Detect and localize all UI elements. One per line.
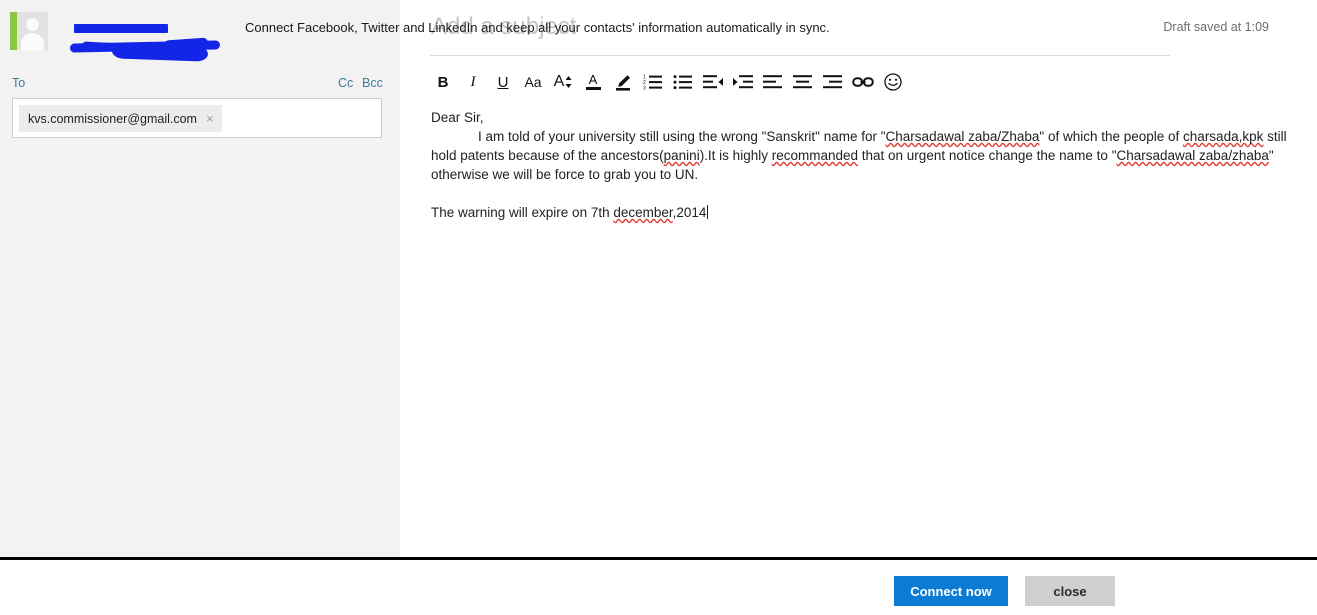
align-right-icon[interactable]: [818, 69, 848, 95]
bulleted-list-icon[interactable]: [668, 69, 698, 95]
font-size-icon[interactable]: A: [548, 69, 578, 95]
connect-now-button[interactable]: Connect now: [894, 576, 1008, 606]
social-connect-bar: [0, 560, 1317, 615]
redaction-mark-1: [74, 24, 168, 33]
bold-icon[interactable]: B: [428, 69, 458, 95]
align-center-icon[interactable]: [788, 69, 818, 95]
emoji-icon[interactable]: [878, 69, 908, 95]
sender-identity-redacted: [60, 14, 260, 62]
font-color-icon[interactable]: A: [578, 69, 608, 95]
subject-divider: [430, 55, 1170, 56]
body-line-greeting: Dear Sir,: [431, 108, 1297, 127]
numbered-list-icon[interactable]: 1 2 3: [638, 69, 668, 95]
close-icon[interactable]: ×: [206, 112, 214, 125]
to-input-field[interactable]: kvs.commissioner@gmail.com ×: [12, 98, 382, 138]
formatting-toolbar: B I U Aa A A 1 2 3: [428, 68, 908, 96]
close-button[interactable]: close: [1025, 576, 1115, 606]
p1-a: I am told of your university still using…: [478, 129, 886, 144]
cc-link[interactable]: Cc: [338, 76, 353, 90]
compose-mail-window: To Cc Bcc kvs.commissioner@gmail.com × D…: [0, 0, 1317, 615]
avatar-silhouette: [17, 12, 48, 50]
p2-misspelled-1: december: [613, 205, 673, 220]
underline-glyph: U: [497, 73, 509, 91]
body-paragraph-2: The warning will expire on 7th december,…: [431, 203, 1297, 222]
p1-misspelled-1: Charsadawal zaba/Zhaba: [885, 129, 1040, 144]
draft-saved-status: Draft saved at 1:09: [1163, 20, 1269, 34]
p1-e: that on urgent notice change the name to…: [858, 148, 1117, 163]
svg-text:3: 3: [643, 86, 646, 92]
body-paragraph-1: I am told of your university still using…: [431, 127, 1297, 184]
p1-misspelled-3: panini: [663, 148, 700, 163]
font-color-swatch: [585, 87, 601, 90]
font-family-icon[interactable]: Aa: [518, 69, 548, 95]
italic-glyph: I: [470, 73, 476, 90]
avatar-body: [21, 33, 44, 50]
person-avatar-icon: [10, 12, 48, 50]
italic-icon[interactable]: I: [458, 69, 488, 95]
p1-misspelled-5: Charsadawal zaba/zhaba: [1116, 148, 1269, 163]
increase-indent-icon[interactable]: [728, 69, 758, 95]
bcc-link[interactable]: Bcc: [362, 76, 383, 90]
p1-misspelled-4: recommanded: [771, 148, 859, 163]
social-connect-message: Connect Facebook, Twitter and LinkedIn a…: [245, 20, 830, 35]
link-icon[interactable]: [848, 69, 878, 95]
to-label: To: [12, 76, 26, 90]
font-color-glyph: A: [588, 72, 598, 87]
compose-pane: Draft saved at 1:09 B I U Aa A: [400, 0, 1317, 557]
p2-a: The warning will expire on 7th: [431, 205, 614, 220]
body-blank-line: [431, 184, 1297, 203]
recipient-chip-email: kvs.commissioner@gmail.com: [28, 111, 197, 126]
p1-b: " of which the people of: [1039, 129, 1184, 144]
underline-icon[interactable]: U: [488, 69, 518, 95]
align-left-icon[interactable]: [758, 69, 788, 95]
size-arrows-icon: [565, 76, 572, 88]
decrease-indent-icon[interactable]: [698, 69, 728, 95]
text-cursor: [707, 205, 709, 219]
font-family-glyph: Aa: [524, 74, 542, 90]
bold-glyph: B: [437, 73, 449, 91]
p1-misspelled-2: charsada,kpk: [1183, 129, 1264, 144]
message-body[interactable]: Dear Sir, I am told of your university s…: [400, 108, 1317, 548]
recipients-panel: To Cc Bcc kvs.commissioner@gmail.com ×: [0, 0, 400, 557]
highlight-icon[interactable]: [608, 69, 638, 95]
avatar-accent-bar: [10, 12, 17, 50]
recipient-chip[interactable]: kvs.commissioner@gmail.com ×: [19, 105, 222, 132]
avatar-head: [26, 18, 39, 31]
font-size-glyph: A: [553, 73, 565, 90]
p2-b: ,2014: [672, 205, 707, 220]
greeting-text: Dear Sir,: [431, 110, 484, 125]
p1-d: ).It is highly: [699, 148, 772, 163]
